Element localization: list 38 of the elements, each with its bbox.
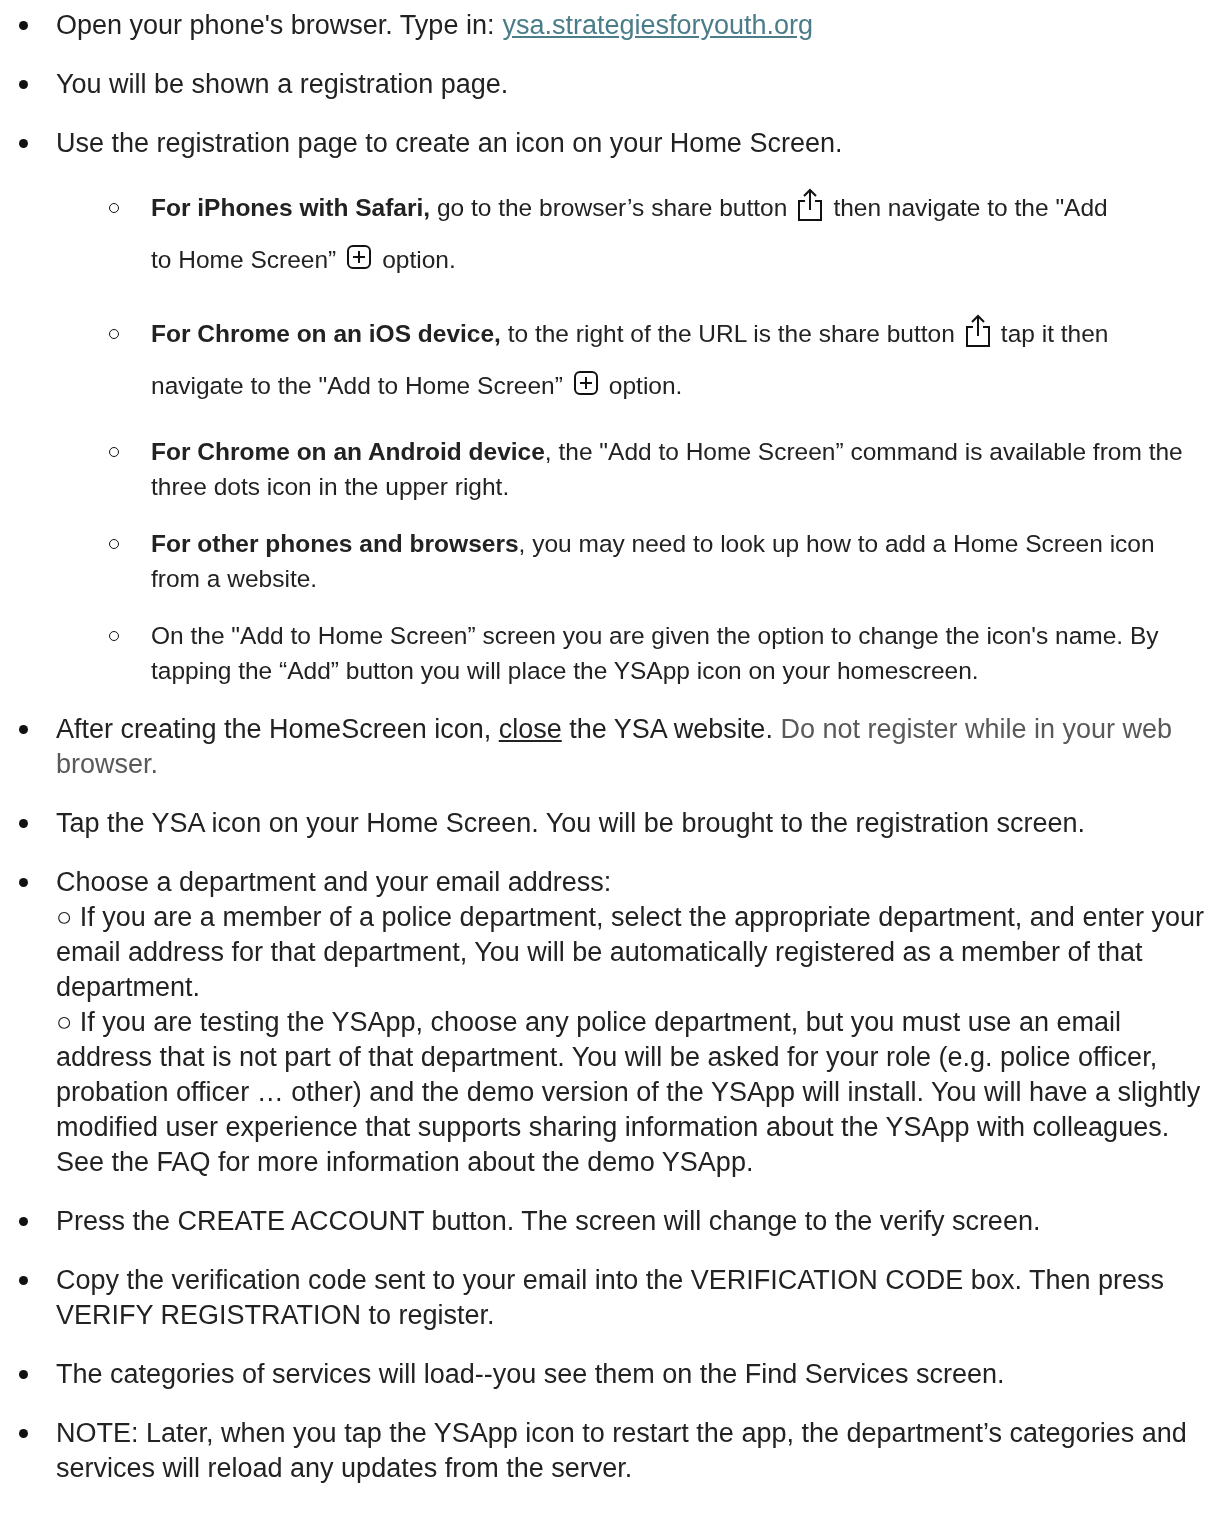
instruction-text: After creating the HomeScreen icon, close the YSA website. Do not register while in your web browser. xyxy=(56,713,1174,781)
instruction-text: ○ If you are testing the YSApp, choose any police department, but you must use an email address that is not part of that department. You will be asked for your role (e.g. police officer, probation officer … other) and the demo version of the YSApp will install. You will have a slightly modified user experience that supports sharing information about the YSApp with colleagues. See the FAQ for more information about the demo YSApp. xyxy=(56,1006,1202,1179)
instruction-text: For other phones and browsers, you may need to look up how to add a Home Screen icon from a website. xyxy=(151,529,1156,594)
instruction-text: to Home Screen” xyxy=(151,244,337,275)
instruction-text: Choose a department and your email address: xyxy=(56,866,613,899)
instruction-text: Use the registration page to create an icon on your Home Screen. xyxy=(56,127,844,160)
share-icon xyxy=(964,313,991,347)
instruction-text: Tap the YSA icon on your Home Screen. You will be brought to the registration screen. xyxy=(56,807,1087,840)
bullet-icon xyxy=(19,819,28,828)
website-link[interactable]: ysa.strategiesforyouth.org xyxy=(502,8,814,43)
instruction-text: Open your phone's browser. Type in: xyxy=(56,9,495,42)
instruction-text: ○ If you are a member of a police department, select the appropriate department, and enter your email address for that department, You will be automatically registered as a member of that department. xyxy=(56,901,1205,1004)
instruction-text: Press the CREATE ACCOUNT button. The screen will change to the verify screen. xyxy=(56,1205,1042,1238)
instruction-text: For Chrome on an iOS device, to the right of the URL is the share button xyxy=(151,318,955,349)
bullet-icon xyxy=(19,1276,28,1285)
instruction-text: navigate to the "Add to Home Screen” xyxy=(151,370,563,401)
instruction-text: option. xyxy=(382,244,456,275)
instruction-text: For iPhones with Safari, go to the browser’s share button xyxy=(151,192,788,223)
share-icon xyxy=(797,187,824,221)
instruction-text: then navigate to the "Add xyxy=(833,192,1108,223)
instruction-text: The categories of services will load--you see them on the Find Services screen. xyxy=(56,1358,1006,1391)
bullet-icon xyxy=(19,878,28,887)
bullet-icon xyxy=(19,725,28,734)
instruction-text: Copy the verification code sent to your email into the VERIFICATION CODE box. Then press VERIFY REGISTRATION to register. xyxy=(56,1264,1165,1332)
bullet-icon xyxy=(19,1429,28,1438)
instruction-text: On the "Add to Home Screen” screen you are given the option to change the icon's name. By tapping the “Add” button you will place the YSApp icon on your homescreen. xyxy=(151,621,1160,686)
bullet-icon xyxy=(19,21,28,30)
instruction-text: NOTE: Later, when you tap the YSApp icon to restart the app, the department’s categories and services will reload any updates from the server. xyxy=(56,1417,1188,1485)
plus-icon xyxy=(346,244,373,270)
instruction-text: tap it then xyxy=(1000,318,1109,349)
bullet-icon xyxy=(19,1370,28,1379)
instruction-text: You will be shown a registration page. xyxy=(56,68,510,101)
instruction-text: For Chrome on an Android device, the "Add to Home Screen” command is available from the three dots icon in the upper right. xyxy=(151,437,1184,502)
plus-icon xyxy=(572,370,599,396)
bullet-icon xyxy=(19,139,28,148)
bullet-icon xyxy=(19,1217,28,1226)
instruction-text: option. xyxy=(608,370,683,401)
bullet-icon xyxy=(19,80,28,89)
